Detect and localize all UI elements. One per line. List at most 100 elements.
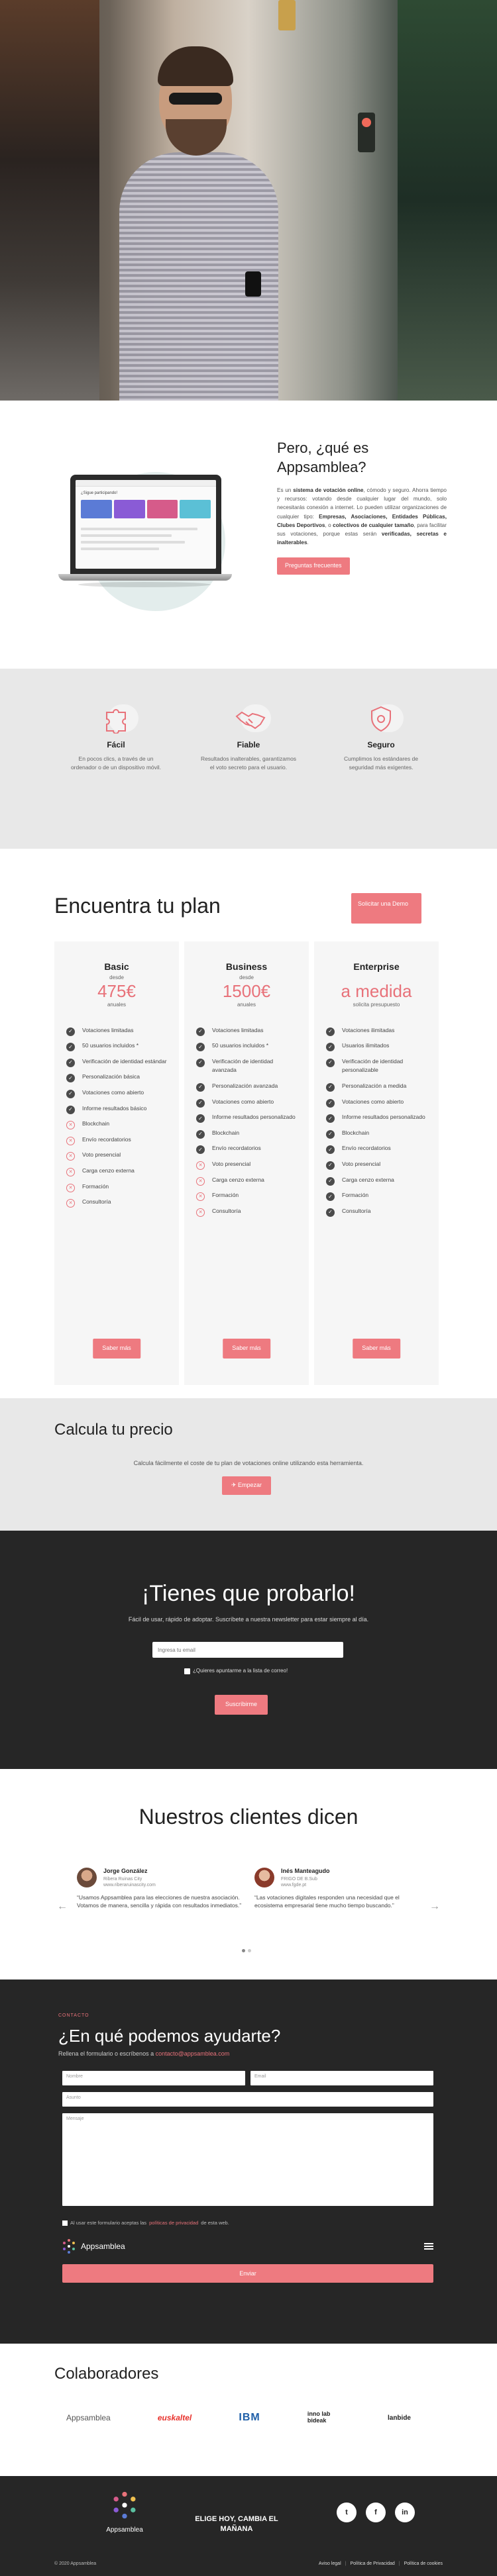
- contact-email-link[interactable]: contacto@appsamblea.com: [156, 2050, 230, 2057]
- feature-easy: Fácil En pocos clics, a través de un ord…: [66, 702, 166, 849]
- carousel-prev-icon[interactable]: ←: [57, 1899, 68, 1915]
- feature-title: Fiable: [237, 740, 260, 749]
- start-calculator-button[interactable]: ✈ Empezar: [222, 1476, 272, 1495]
- testimonial-name: Inés Manteagudo: [281, 1868, 330, 1874]
- cookies-link[interactable]: Política de cookies: [404, 2561, 443, 2568]
- plan-more-button[interactable]: Saber más: [353, 1339, 400, 1359]
- feature-text: Resultados inalterables, garantizamos el…: [200, 755, 297, 771]
- plan-card-enterprise: Enterprise a medida solicita presupuesto ✓…: [314, 941, 439, 1385]
- subscribe-button[interactable]: Suscríbirme: [215, 1695, 268, 1715]
- plan-feature: ✓ Informe resultados básico: [66, 1104, 167, 1114]
- name-field[interactable]: Nombre: [62, 2071, 245, 2085]
- appsamblea-logo-icon: [113, 2491, 136, 2519]
- feature-title: Fácil: [107, 740, 125, 749]
- privacy-consent[interactable]: Al usar este formulario aceptas las polí…: [62, 2219, 229, 2226]
- request-demo-button[interactable]: Solicitar una Demo: [351, 893, 421, 924]
- plan-feature: ✕ Carga cenzo externa: [66, 1167, 167, 1176]
- plan-period: solicita presupuesto: [353, 1001, 400, 1008]
- plan-feature: ✓ Envío recordatorios: [196, 1144, 297, 1155]
- cross-icon: ✕: [196, 1208, 205, 1217]
- check-icon: ✓: [66, 1043, 75, 1052]
- hero-shop-background: [0, 0, 99, 401]
- partner-logo-lanbide[interactable]: lanbide: [388, 2413, 411, 2423]
- features-section: Fácil En pocos clics, a través de un ord…: [0, 669, 497, 849]
- partner-logo-appsamblea[interactable]: Appsamblea: [66, 2412, 111, 2424]
- plan-feature: ✓ Votaciones como abierto: [66, 1088, 167, 1098]
- send-button[interactable]: Enviar: [62, 2264, 433, 2283]
- plan-feature: ✓ Voto presencial: [326, 1160, 427, 1170]
- plan-feature: ✓ Informe resultados personalizado: [326, 1113, 427, 1123]
- plan-feature: ✓ Verificación de identidad estándar: [66, 1057, 167, 1067]
- twitter-icon[interactable]: t: [337, 2503, 357, 2522]
- plan-feature: ✓ Votaciones limitadas: [196, 1026, 297, 1036]
- mailing-list-checkbox[interactable]: ¿Quieres apuntarme a la lista de correo!: [184, 1667, 288, 1675]
- plan-feature: ✕ Voto presencial: [196, 1160, 297, 1170]
- plan-cards: Basic desde 475€ anuales ✓ Votaciones limitad…: [54, 941, 439, 1385]
- plan-feature: ✓ Blockchain: [196, 1129, 297, 1139]
- email-field[interactable]: Email: [250, 2071, 433, 2085]
- subject-field[interactable]: Asunto: [62, 2092, 433, 2107]
- cross-icon: ✕: [66, 1152, 75, 1161]
- plan-more-button[interactable]: Saber más: [223, 1339, 270, 1359]
- footer-slogan: ELIGE HOY, CAMBIA EL MAÑANA: [195, 2515, 278, 2534]
- plan-feature: ✓ Personalización básica: [66, 1073, 167, 1083]
- linkedin-icon[interactable]: in: [395, 2503, 415, 2522]
- newsletter-email-input[interactable]: [152, 1642, 343, 1658]
- privacy-checkbox[interactable]: [62, 2220, 68, 2226]
- check-icon: ✓: [196, 1114, 205, 1123]
- partner-logo-ibm[interactable]: IBM: [239, 2410, 260, 2426]
- faq-button[interactable]: Preguntas frecuentes: [277, 557, 350, 575]
- message-field[interactable]: Mensaje: [62, 2113, 433, 2206]
- testimonial-site: www.fgde.pt: [281, 1882, 307, 1887]
- check-icon: ✓: [326, 1176, 335, 1186]
- carousel-next-icon[interactable]: →: [429, 1899, 440, 1915]
- testimonial-quote: “Las votaciones digitales responden una …: [254, 1893, 400, 1909]
- legal-notice-link[interactable]: Aviso legal: [319, 2561, 341, 2568]
- testimonials-section: Nuestros clientes dicen ← → Jorge Gonzál…: [0, 1769, 497, 1980]
- site-footer: Appsamblea ELIGE HOY, CAMBIA EL MAÑANA t…: [0, 2476, 497, 2576]
- cross-icon: ✕: [66, 1121, 75, 1130]
- check-icon: ✓: [326, 1129, 335, 1139]
- hero-image: [0, 0, 497, 401]
- carousel-dot[interactable]: [248, 1949, 251, 1952]
- feature-text: Cumplimos los estándares de seguridad má…: [344, 755, 418, 771]
- facebook-icon[interactable]: f: [366, 2503, 386, 2522]
- privacy-link[interactable]: Política de Privacidad: [350, 2561, 394, 2568]
- plan-price: a medida: [341, 981, 412, 1001]
- partner-logo-innolab[interactable]: inno lab bideak: [307, 2410, 341, 2424]
- plan-period: anuales: [107, 1001, 127, 1008]
- testimonial-card: Inés Manteagudo FRIGO DE B.Sub www.fgde.…: [254, 1867, 420, 1909]
- menu-icon[interactable]: [424, 2243, 433, 2250]
- check-icon: ✓: [196, 1058, 205, 1067]
- plan-card-business: Business desde 1500€ anuales ✓ Votaciones lim…: [184, 941, 309, 1385]
- partner-logo-euskaltel[interactable]: euskaltel: [158, 2412, 192, 2424]
- plan-feature: ✓ Votaciones como abierto: [196, 1098, 297, 1108]
- puzzle-icon: [106, 709, 126, 734]
- testimonial-quote: “Usamos Appsamblea para las elecciones d…: [77, 1893, 242, 1909]
- privacy-policy-link[interactable]: políticas de privacidad: [149, 2219, 198, 2226]
- checkbox-box[interactable]: [184, 1668, 190, 1674]
- plan-more-button[interactable]: Saber más: [93, 1339, 140, 1359]
- check-icon: ✓: [66, 1089, 75, 1098]
- plan-feature-list: ✓ Votaciones limitadas ✓ 50 usuarios inclui…: [196, 1026, 297, 1217]
- contact-brand-row: Appsamblea: [61, 2235, 433, 2258]
- brand-logo: Appsamblea: [61, 2238, 125, 2254]
- feature-text: En pocos clics, a través de un ordenador…: [70, 755, 162, 771]
- carousel-dot[interactable]: [242, 1949, 245, 1952]
- check-icon: ✓: [196, 1145, 205, 1155]
- check-icon: ✓: [66, 1058, 75, 1067]
- cross-icon: ✕: [66, 1167, 75, 1176]
- check-icon: ✓: [326, 1145, 335, 1155]
- plan-period: anuales: [237, 1001, 256, 1008]
- plan-feature: ✓ Formación: [326, 1191, 427, 1202]
- calculator-section: Calcula tu precio Calcula fácilmente el …: [0, 1398, 497, 1531]
- footer-logo[interactable]: Appsamblea: [98, 2491, 151, 2535]
- plan-feature: ✓ Informe resultados personalizado: [196, 1113, 297, 1123]
- partners-title: Colaboradores: [54, 2365, 159, 2383]
- feature-secure: Seguro Cumplimos los estándares de segur…: [331, 702, 431, 849]
- plan-feature-list: ✓ Votaciones ilimitadas ✓ Usuarios ilimitad…: [326, 1026, 427, 1217]
- appsamblea-logo-icon: [63, 2239, 75, 2254]
- partner-logos: Appsamblea euskaltel IBM inno lab bideak…: [66, 2410, 411, 2426]
- cross-icon: ✕: [196, 1161, 205, 1170]
- check-icon: ✓: [196, 1043, 205, 1052]
